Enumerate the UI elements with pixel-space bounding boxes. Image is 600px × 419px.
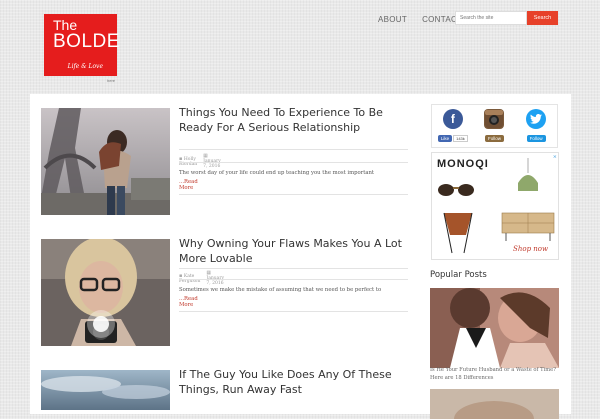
search-form: Search — [455, 11, 558, 25]
advertisement[interactable]: MONOQI × Shop now — [431, 152, 559, 260]
read-more-link[interactable]: ...Read More — [179, 296, 198, 308]
divider — [179, 194, 408, 195]
nav-about[interactable]: ABOUT — [378, 15, 407, 24]
post-meta: ▪ Kate Ferguson ▦ January 7, 2016 — [179, 270, 224, 286]
post-title[interactable]: Things You Need To Experience To Be Read… — [179, 106, 409, 135]
twitter-icon[interactable] — [526, 109, 547, 129]
read-more-link[interactable]: ...Read More — [179, 179, 198, 191]
search-input[interactable] — [455, 11, 527, 25]
site-tagline: here — [107, 78, 116, 83]
social-facebook: f Like 143k — [435, 109, 471, 147]
search-button[interactable]: Search — [527, 11, 558, 25]
sky-image — [41, 370, 170, 410]
ad-shop-now[interactable]: Shop now — [513, 245, 548, 253]
post-thumbnail[interactable] — [41, 108, 170, 215]
post-date: January 7, 2016 — [203, 159, 221, 169]
couple-image — [430, 288, 559, 368]
logo-tagline: Life & Love — [67, 63, 103, 70]
facebook-like-count: 143k — [453, 135, 468, 142]
divider — [179, 311, 408, 312]
popular-post-image[interactable] — [430, 389, 559, 419]
instagram-camera-icon — [485, 110, 504, 128]
woman-camera-image — [41, 239, 170, 346]
post-thumbnail[interactable] — [41, 239, 170, 346]
popular-post-image-2 — [430, 389, 559, 419]
popular-post-title[interactable]: Is He Your Future Husband or a Waste of … — [430, 367, 559, 382]
paris-couple-image — [41, 108, 170, 215]
post-excerpt: The worst day of your life could end up … — [179, 170, 375, 176]
social-instagram: Follow — [476, 109, 512, 147]
facebook-letter: f — [450, 112, 455, 126]
popular-post-image[interactable] — [430, 288, 559, 368]
post-meta: ▪ Holly Riordan ▦ January 7, 2016 — [179, 153, 221, 169]
content-area: Things You Need To Experience To Be Read… — [30, 94, 571, 419]
ad-products-image — [438, 158, 555, 254]
post-thumbnail[interactable] — [41, 370, 170, 410]
main-nav: ABOUT CONTACT — [378, 15, 462, 24]
social-twitter: Follow — [518, 109, 554, 147]
facebook-like-button[interactable]: Like — [437, 135, 453, 142]
logo-line-2: BOLDE — [53, 31, 120, 52]
divider — [179, 149, 408, 150]
site-logo[interactable]: The BOLDE Life & Love — [44, 14, 120, 76]
twitter-bird-icon — [530, 114, 543, 124]
post-date: January 7, 2016 — [206, 276, 224, 286]
divider — [179, 162, 408, 163]
twitter-follow-button[interactable]: Follow — [526, 135, 546, 142]
divider — [179, 279, 408, 280]
facebook-icon[interactable]: f — [442, 109, 463, 129]
popular-posts-heading: Popular Posts — [430, 270, 487, 280]
post-title[interactable]: Why Owning Your Flaws Makes You A Lot Mo… — [179, 237, 409, 266]
instagram-icon[interactable] — [484, 109, 505, 129]
social-widget: f Like 143k Follow Follow — [431, 104, 558, 148]
instagram-follow-button[interactable]: Follow — [484, 135, 504, 142]
divider — [179, 268, 408, 269]
post-title[interactable]: If The Guy You Like Does Any Of These Th… — [179, 368, 409, 397]
post-excerpt: Sometimes we make the mistake of assumin… — [179, 287, 382, 293]
